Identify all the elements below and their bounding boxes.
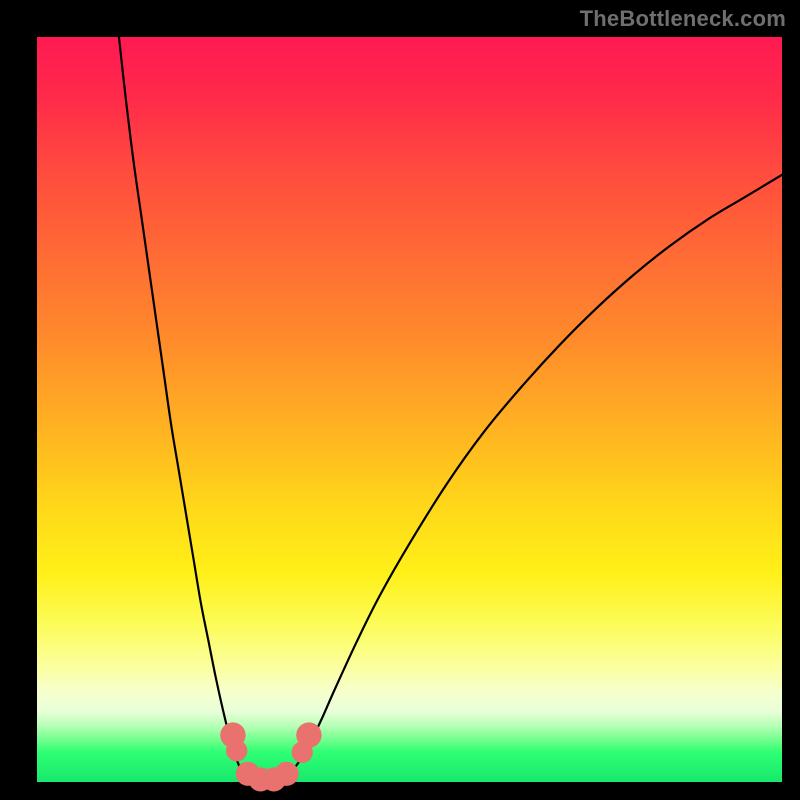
bottleneck-curve <box>119 37 782 781</box>
marker-dot <box>226 740 247 761</box>
marker-dot <box>275 762 299 786</box>
watermark-text: TheBottleneck.com <box>580 6 786 32</box>
outer-frame: TheBottleneck.com <box>0 0 800 800</box>
marker-group <box>220 722 321 791</box>
plot-area <box>37 37 782 782</box>
marker-dot <box>296 722 321 747</box>
curve-layer <box>37 37 782 782</box>
